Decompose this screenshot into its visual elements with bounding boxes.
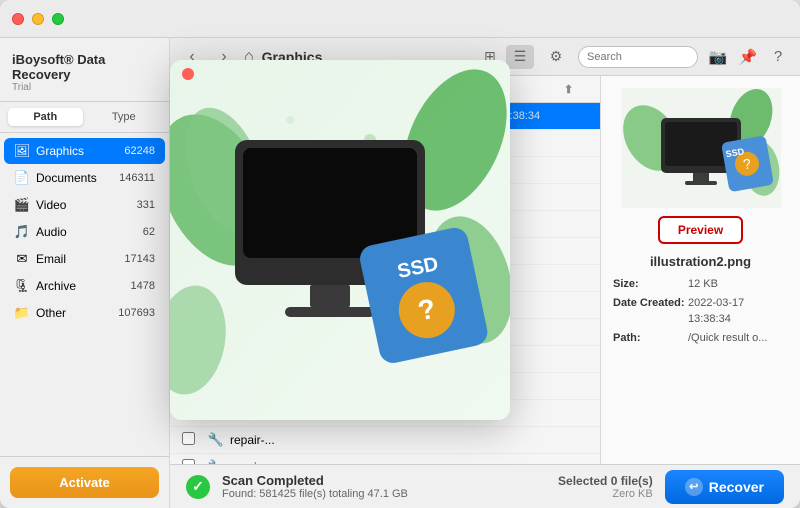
sidebar-label-archive: Archive [36, 279, 131, 293]
path-label: Path: [613, 331, 688, 346]
filter-button[interactable]: ⚙ [542, 45, 570, 69]
maximize-button[interactable] [52, 13, 64, 25]
sidebar-label-graphics: Graphics [36, 144, 124, 158]
path-value: /Quick result o... [688, 331, 767, 346]
sidebar-count-video: 331 [137, 199, 155, 211]
size-label: Size: [613, 277, 688, 292]
sidebar-header: iBoysoft® Data Recovery Trial [0, 38, 169, 102]
header-action-col: ⬆ [564, 82, 588, 96]
sidebar-count-email: 17143 [124, 253, 155, 265]
date-label: Date Created: [613, 296, 688, 327]
sidebar-item-archive[interactable]: 🗜 Archive 1478 [4, 273, 165, 299]
selected-info: Selected 0 file(s) Zero KB [558, 474, 653, 500]
preview-meta: Size: 12 KB Date Created: 2022-03-17 13:… [613, 277, 788, 351]
sidebar-item-other[interactable]: 📁 Other 107693 [4, 300, 165, 326]
sidebar-label-other: Other [36, 306, 118, 320]
status-bar: ✓ Scan Completed Found: 581425 file(s) t… [170, 464, 800, 508]
table-row[interactable]: 🔧 repair-... [170, 427, 600, 454]
video-icon: 🎬 [14, 197, 30, 213]
sidebar-count-audio: 62 [143, 226, 155, 238]
sidebar-item-video[interactable]: 🎬 Video 331 [4, 192, 165, 218]
sidebar-label-audio: Audio [36, 225, 143, 239]
sidebar-tabs: Path Type [0, 102, 169, 133]
scan-label: Scan Completed [222, 473, 408, 488]
meta-size-row: Size: 12 KB [613, 277, 788, 292]
scan-complete-icon: ✓ [186, 475, 210, 499]
camera-icon[interactable]: 📷 [706, 45, 730, 69]
sidebar-label-documents: Documents [36, 171, 119, 185]
preview-image-container: ? SSD [621, 88, 781, 208]
tab-type[interactable]: Type [87, 108, 162, 126]
sidebar-count-other: 107693 [118, 307, 155, 319]
sidebar-count-graphics: 62248 [124, 145, 155, 157]
preview-panel: ? SSD Preview illustration2.png Size: 12… [600, 76, 800, 464]
selected-size: Zero KB [558, 488, 653, 500]
preview-filename: illustration2.png [650, 254, 751, 269]
sidebar-footer: Activate [0, 456, 169, 508]
file-type-icon-12: 🔧 [206, 432, 226, 448]
audio-icon: 🎵 [14, 224, 30, 240]
scan-detail: Found: 581425 file(s) totaling 47.1 GB [222, 488, 408, 500]
sidebar-item-documents[interactable]: 📄 Documents 146311 [4, 165, 165, 191]
archive-icon: 🗜 [14, 278, 30, 294]
graphics-icon: 🖼 [14, 143, 30, 159]
app-window: iBoysoft® Data Recovery Trial Path Type … [0, 0, 800, 508]
other-icon: 📁 [14, 305, 30, 321]
activate-button[interactable]: Activate [10, 467, 159, 498]
sidebar-count-archive: 1478 [131, 280, 155, 292]
minimize-button[interactable] [32, 13, 44, 25]
preview-thumbnail: ? SSD [621, 88, 781, 208]
recover-button[interactable]: ↩ Recover [665, 470, 784, 504]
meta-date-row: Date Created: 2022-03-17 13:38:34 [613, 296, 788, 327]
recover-icon: ↩ [685, 478, 703, 496]
preview-overlay: SSD ? [170, 60, 510, 420]
preview-large-image: SSD ? [170, 60, 510, 420]
overlay-close-button[interactable] [182, 68, 194, 80]
app-trial: Trial [12, 82, 157, 93]
selected-count: Selected 0 file(s) [558, 474, 653, 488]
file-name-12: repair-... [226, 433, 358, 447]
sidebar-item-email[interactable]: ✉ Email 17143 [4, 246, 165, 272]
toolbar-icons: 📷 📌 ? [706, 45, 790, 69]
sidebar-item-graphics[interactable]: 🖼 Graphics 62248 [4, 138, 165, 164]
documents-icon: 📄 [14, 170, 30, 186]
date-value: 2022-03-17 13:38:34 [688, 296, 788, 327]
sidebar-count-documents: 146311 [119, 172, 155, 184]
help-icon[interactable]: ? [766, 45, 790, 69]
size-value: 12 KB [688, 277, 718, 292]
meta-path-row: Path: /Quick result o... [613, 331, 788, 346]
tab-path[interactable]: Path [8, 108, 83, 126]
email-icon: ✉ [14, 251, 30, 267]
pin-icon[interactable]: 📌 [736, 45, 760, 69]
table-row[interactable]: 🔧 repair-... [170, 454, 600, 464]
sidebar: iBoysoft® Data Recovery Trial Path Type … [0, 38, 170, 508]
preview-button[interactable]: Preview [658, 216, 743, 244]
recover-label: Recover [709, 479, 764, 495]
sidebar-list: 🖼 Graphics 62248 📄 Documents 146311 🎬 Vi… [0, 133, 169, 456]
scan-complete-text: Scan Completed Found: 581425 file(s) tot… [222, 473, 408, 500]
sidebar-label-email: Email [36, 252, 124, 266]
list-view-button[interactable]: ☰ [506, 45, 534, 69]
search-input[interactable] [578, 46, 698, 68]
app-name: iBoysoft® Data Recovery [12, 52, 157, 82]
titlebar [0, 0, 800, 38]
sidebar-item-audio[interactable]: 🎵 Audio 62 [4, 219, 165, 245]
sidebar-label-video: Video [36, 198, 137, 212]
close-button[interactable] [12, 13, 24, 25]
